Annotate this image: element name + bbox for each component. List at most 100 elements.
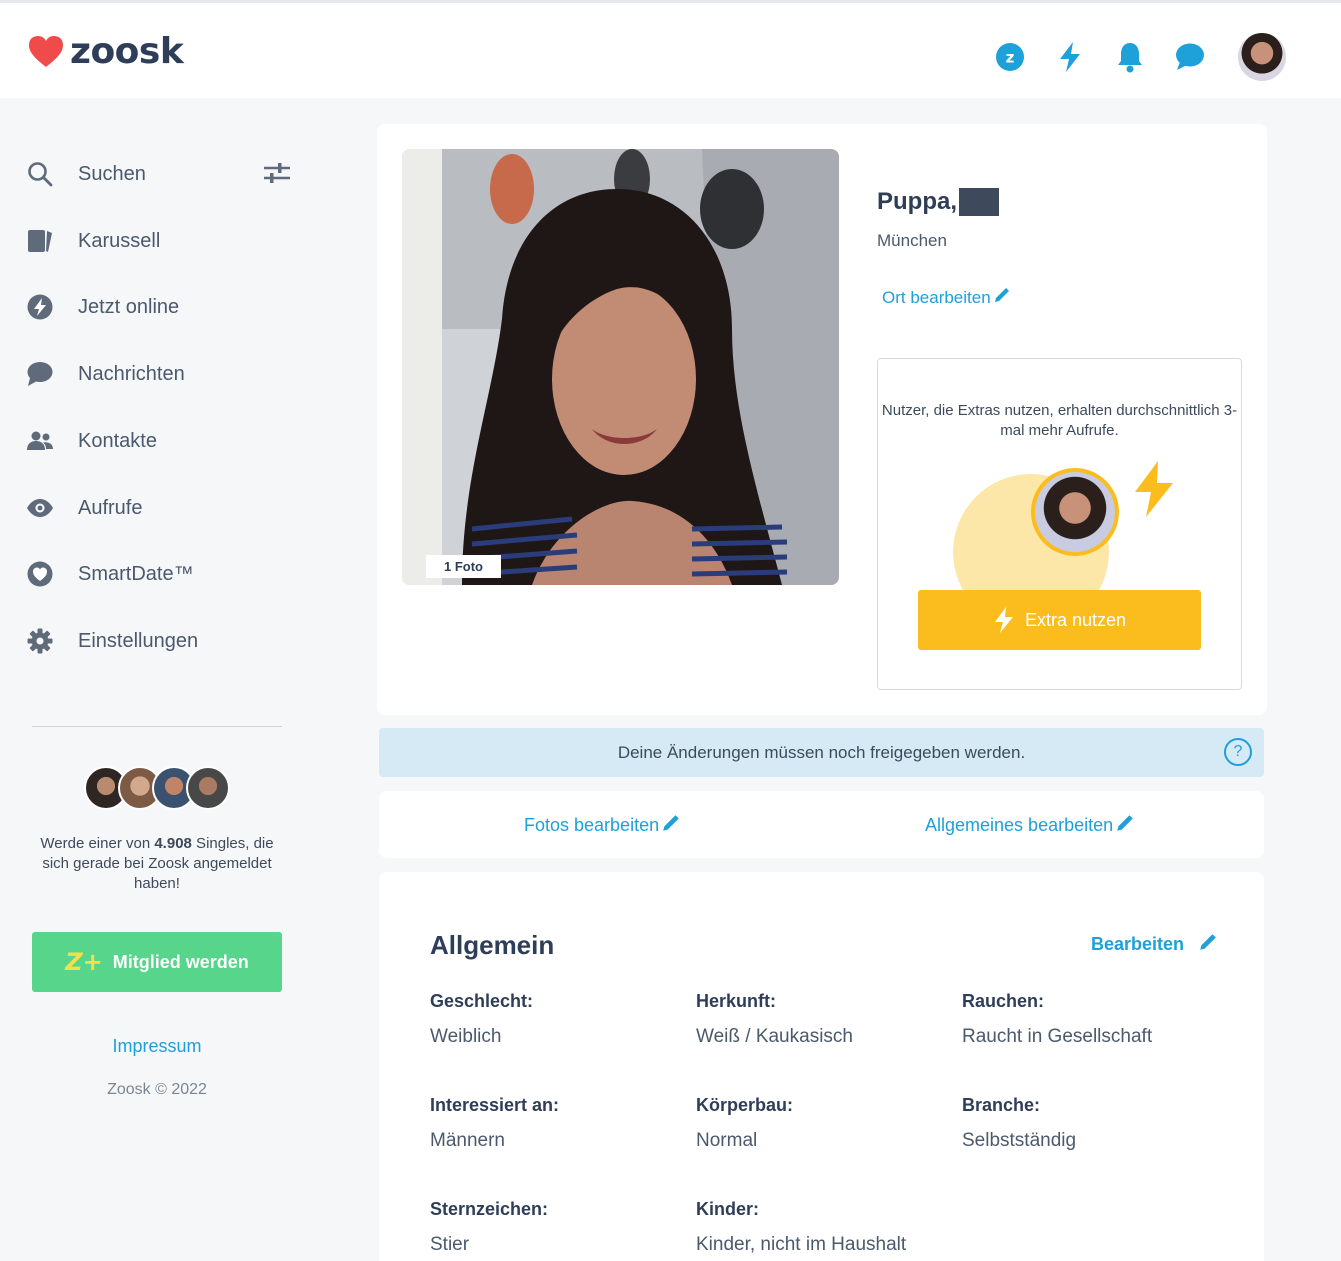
field-label: Geschlecht: [430, 991, 534, 1011]
promo-text: Werde einer von 4.908 Singles, die sich … [40, 835, 274, 892]
field-value: Normal [696, 1130, 758, 1151]
edit-location-label: Ort bearbeiten [882, 287, 991, 307]
sidebar-item-messages[interactable]: Nachrichten [26, 354, 286, 394]
sidebar-item-label: Aufrufe [78, 496, 143, 519]
bolt-icon [994, 607, 1013, 633]
sidebar-item-contacts[interactable]: Kontakte [26, 421, 286, 461]
heart-logo-icon [29, 35, 63, 67]
filter-sliders-icon[interactable] [262, 160, 292, 191]
section-title: Allgemein [430, 930, 555, 960]
eye-icon [26, 494, 54, 522]
field-value: Weiblich [430, 1026, 502, 1047]
sidebar-item-settings[interactable]: Einstellungen [26, 621, 286, 661]
zplus-icon: Z+ [65, 948, 103, 976]
field-label: Herkunft: [696, 991, 776, 1011]
sidebar-item-online[interactable]: Jetzt online [26, 287, 286, 327]
profile-photo-image [402, 149, 839, 585]
edit-location-link[interactable]: Ort bearbeiten [882, 286, 1011, 309]
field-zodiac: Sternzeichen: Stier [430, 1199, 548, 1256]
brand-name: zoosk [70, 31, 184, 72]
extras-text: Nutzer, die Extras nutzen, erhalten durc… [881, 402, 1238, 439]
redacted-age [959, 188, 1000, 216]
field-value: Selbstständig [962, 1130, 1077, 1151]
approval-notice: Deine Änderungen müssen noch freigegeben… [379, 728, 1264, 777]
extras-promo-box: Nutzer, die Extras nutzen, erhalten durc… [877, 358, 1242, 690]
edit-label: Bearbeiten [1091, 934, 1185, 954]
field-value: Weiß / Kaukasisch [696, 1026, 853, 1047]
field-gender: Geschlecht: Weiblich [430, 991, 533, 1048]
sidebar-item-carousel[interactable]: Karussell [26, 221, 286, 261]
general-section: Allgemein Bearbeiten Geschlecht: Weiblic… [379, 872, 1264, 1261]
carousel-icon [26, 227, 54, 255]
field-industry: Branche: Selbstständig [962, 1095, 1076, 1152]
field-label: Rauchen: [962, 991, 1045, 1011]
impressum-link[interactable]: Impressum [0, 1036, 314, 1057]
sidebar-item-views[interactable]: Aufrufe [26, 488, 286, 528]
user-avatar[interactable] [1238, 33, 1286, 81]
help-icon[interactable]: ? [1224, 738, 1252, 766]
sidebar-item-label: Suchen [78, 162, 146, 185]
become-member-button[interactable]: Z+ Mitglied werden [32, 932, 282, 992]
edit-photos-label: Fotos bearbeiten [524, 815, 660, 835]
sidebar-item-label: Nachrichten [78, 362, 185, 385]
bolt-icon[interactable] [1050, 37, 1090, 77]
pencil-icon [1198, 932, 1218, 957]
field-label: Sternzeichen: [430, 1199, 549, 1219]
zoosk-logo[interactable]: zoosk [28, 31, 184, 72]
profile-name: Puppa, [877, 188, 958, 215]
photo-count-badge: 1 Foto [426, 555, 501, 578]
smartdate-icon [26, 560, 54, 588]
use-extra-button[interactable]: Extra nutzen [918, 590, 1201, 650]
edit-general-link[interactable]: Allgemeines bearbeiten [925, 813, 1135, 838]
chat-icon[interactable] [1170, 37, 1210, 77]
field-label: Interessiert an: [430, 1095, 560, 1115]
edit-general-button[interactable]: Bearbeiten [1091, 932, 1218, 957]
copyright: Zoosk © 2022 [107, 1081, 207, 1098]
field-interested-in: Interessiert an: Männern [430, 1095, 559, 1152]
bolt-icon [26, 293, 54, 321]
extras-avatar [1031, 468, 1119, 556]
bolt-icon [1131, 459, 1177, 524]
field-smoking: Rauchen: Raucht in Gesellschaft [962, 991, 1152, 1048]
field-value: Kinder, nicht im Haushalt [696, 1234, 907, 1255]
singles-avatars [84, 766, 230, 810]
profile-name-row: Puppa, [877, 188, 1000, 216]
field-value: Raucht in Gesellschaft [962, 1026, 1153, 1047]
top-header: zoosk z [0, 0, 1341, 98]
pencil-icon [1115, 813, 1135, 838]
gear-icon [26, 627, 54, 655]
profile-city: München [877, 231, 947, 250]
sidebar-item-label: Karussell [78, 229, 161, 252]
field-value: Männern [430, 1130, 505, 1151]
edit-photos-link[interactable]: Fotos bearbeiten [524, 813, 681, 838]
sidebar-item-label: Einstellungen [78, 629, 199, 652]
sidebar-item-label: Kontakte [78, 429, 157, 452]
use-extra-label: Extra nutzen [1024, 609, 1127, 630]
sidebar-item-search[interactable]: Suchen [26, 154, 286, 194]
pencil-icon [661, 813, 681, 838]
single-avatar [186, 766, 230, 810]
field-children: Kinder: Kinder, nicht im Haushalt [696, 1199, 906, 1256]
member-button-label: Mitglied werden [112, 951, 249, 972]
sidebar-divider [32, 726, 282, 727]
field-value: Stier [430, 1234, 470, 1255]
bell-icon[interactable] [1110, 37, 1150, 77]
sidebar-item-label: SmartDate™ [78, 562, 194, 585]
sidebar-item-smartdate[interactable]: SmartDate™ [26, 554, 286, 594]
field-body-type: Körperbau: Normal [696, 1095, 793, 1152]
edit-links-bar: Fotos bearbeiten Allgemeines bearbeiten [379, 791, 1264, 858]
field-label: Körperbau: [696, 1095, 794, 1115]
edit-general-label: Allgemeines bearbeiten [925, 815, 1114, 835]
svg-text:z: z [1006, 49, 1015, 67]
profile-card: 1 Foto Puppa, München Ort bearbeiten Nut… [377, 124, 1267, 715]
field-label: Branche: [962, 1095, 1041, 1115]
pencil-icon [993, 286, 1011, 309]
chat-icon [26, 360, 54, 388]
contacts-icon [26, 427, 54, 455]
field-label: Kinder: [696, 1199, 759, 1219]
field-ethnicity: Herkunft: Weiß / Kaukasisch [696, 991, 853, 1048]
sidebar-item-label: Jetzt online [78, 295, 180, 318]
profile-photo[interactable]: 1 Foto [402, 149, 839, 585]
search-icon [26, 160, 54, 188]
zoosk-coin-icon[interactable]: z [990, 37, 1030, 77]
